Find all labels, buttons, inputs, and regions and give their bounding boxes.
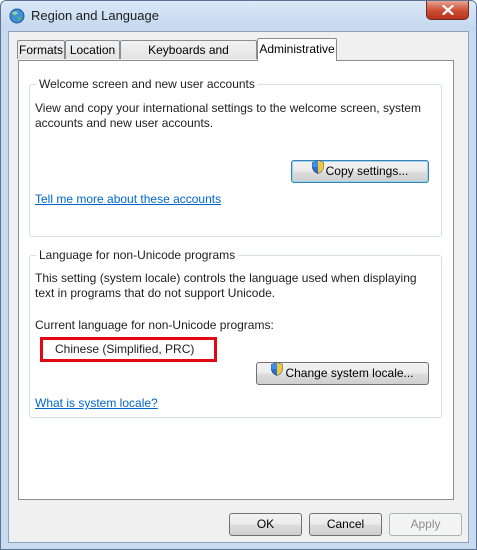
accounts-help-link[interactable]: Tell me more about these accounts [35,192,221,206]
tab-formats[interactable]: Formats [17,40,65,59]
cancel-button[interactable]: Cancel [309,513,382,536]
current-language-label: Current language for non-Unicode program… [35,318,274,332]
region-language-window: Region and Language Formats Location Key… [0,0,477,550]
copy-settings-label: Copy settings... [325,164,409,178]
welcome-screen-group: Welcome screen and new user accounts Vie… [29,77,442,237]
welcome-description-line2: accounts and new user accounts. [35,116,214,130]
change-system-locale-button[interactable]: Change system locale... [256,362,429,385]
apply-button[interactable]: Apply [389,513,462,536]
non-unicode-description-line2: text in programs that do not support Uni… [35,286,276,300]
close-button[interactable] [426,1,469,20]
change-system-locale-label: Change system locale... [285,366,414,380]
tab-location[interactable]: Location [65,40,120,59]
ok-button[interactable]: OK [229,513,302,536]
non-unicode-group-title: Language for non-Unicode programs [36,248,239,262]
dialog-client-area: Formats Location Keyboards and Languages… [8,31,469,543]
current-locale-highlight: Chinese (Simplified, PRC) [40,337,217,362]
non-unicode-description-line1: This setting (system locale) controls th… [35,271,417,285]
shield-icon [311,160,324,181]
close-icon [442,5,454,15]
administrative-panel: Welcome screen and new user accounts Vie… [18,60,454,500]
title-bar[interactable]: Region and Language [1,1,476,31]
copy-settings-button[interactable]: Copy settings... [291,160,429,183]
globe-icon [9,8,25,24]
welcome-group-title: Welcome screen and new user accounts [36,77,258,91]
current-locale-value: Chinese (Simplified, PRC) [55,342,195,356]
tab-administrative[interactable]: Administrative [257,38,337,61]
welcome-description-line1: View and copy your international setting… [35,101,421,115]
non-unicode-group: Language for non-Unicode programs This s… [29,248,442,418]
system-locale-help-link[interactable]: What is system locale? [35,396,158,410]
window-title: Region and Language [31,8,159,23]
tab-keyboards-and-languages[interactable]: Keyboards and Languages [120,40,257,75]
shield-icon [271,362,284,383]
